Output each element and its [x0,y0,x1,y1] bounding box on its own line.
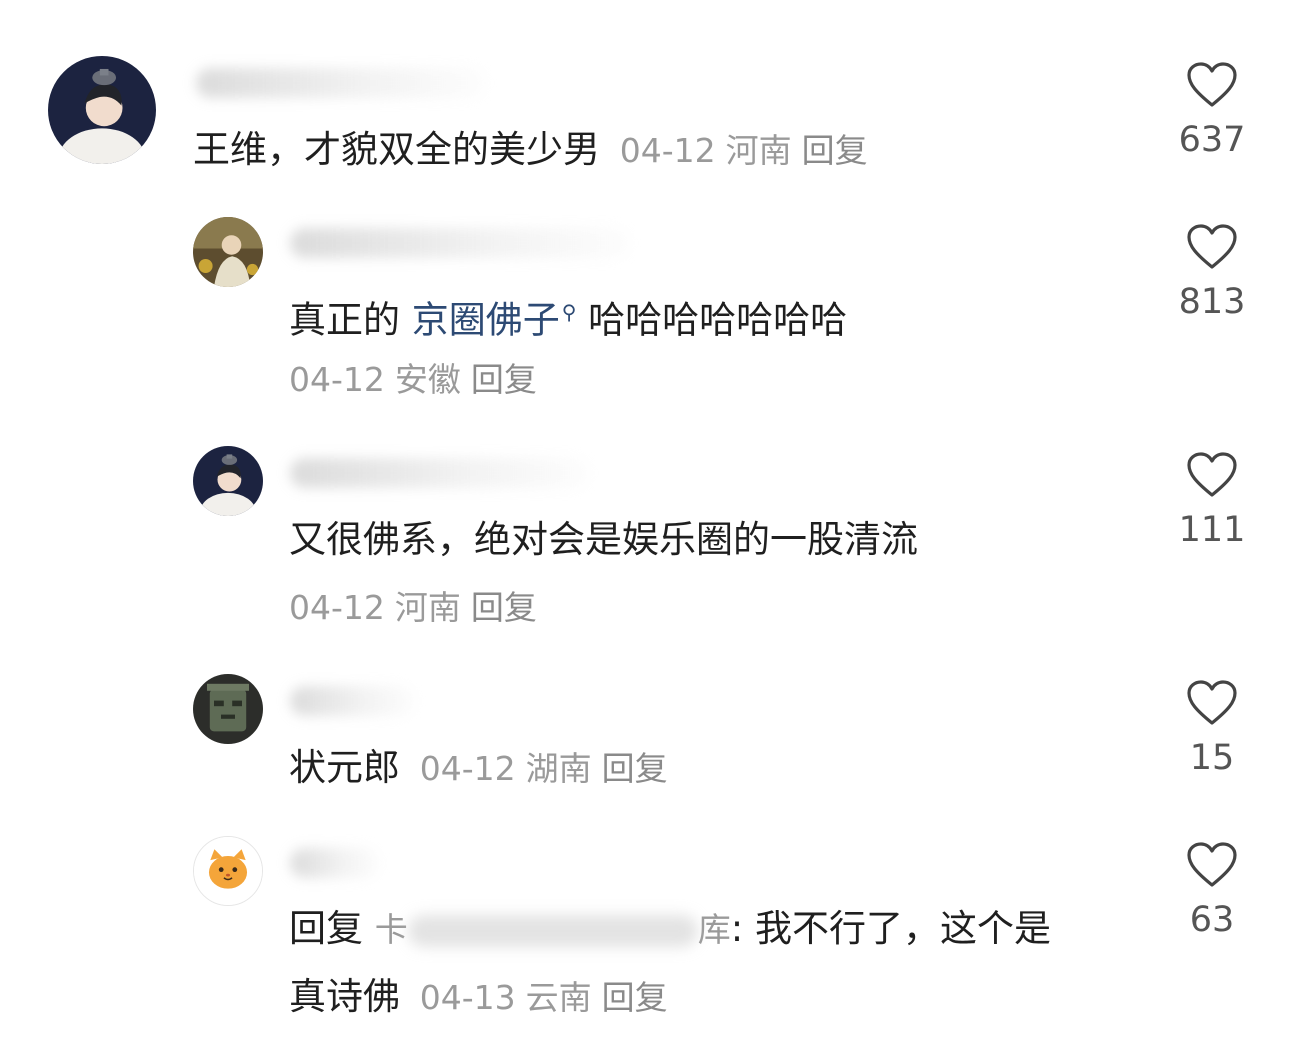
username-blurred[interactable] [290,458,590,488]
comment-body-start: 真正的 [289,298,412,342]
comment-date: 04-12 [289,360,385,399]
comment-body: 王维，才貌双全的美少男 [193,128,600,171]
heart-icon [1187,452,1237,497]
username-blurred[interactable] [290,686,415,716]
comment-body: 状元郎 [289,746,400,789]
heart-icon [1187,680,1237,725]
comment-date: 04-12 [419,749,516,788]
comment-location: 河南 [394,588,461,627]
heart-icon [1187,224,1237,269]
like-count: 813 [1178,282,1246,322]
reply-button[interactable]: 回复 [802,131,868,170]
keyword-link[interactable]: 京圈佛子 [412,298,560,341]
comment-text: 真正的 京圈佛子 ⚲ 哈哈哈哈哈哈哈 [289,290,847,342]
reply-target-start[interactable]: 卡 [375,910,408,949]
reply-button[interactable]: 回复 [602,978,668,1017]
reply-prefix: 回复 [289,907,375,950]
comment-body-line2: 真诗佛 [289,975,400,1018]
comment-text: 王维，才貌双全的美少男 04-12 河南 回复 [193,128,878,173]
comment-location: 安徽 [394,360,461,399]
portrait-avatar-icon[interactable] [193,446,263,516]
cat-avatar-icon[interactable] [193,836,263,906]
like-count: 15 [1189,738,1235,778]
comment-text: 回复 卡 库: 我不行了，这个是 [289,907,1051,952]
bronze-mask-avatar-icon[interactable] [193,674,263,744]
like-button[interactable]: 813 [1167,224,1257,324]
comment-text: 又很佛系，绝对会是娱乐圈的一股清流 [289,518,918,562]
comment-date: 04-12 [289,588,385,627]
like-count: 63 [1189,900,1235,940]
reply-button[interactable]: 回复 [471,360,537,399]
comment-location: 湖南 [525,749,592,788]
like-button[interactable]: 111 [1167,452,1257,552]
comment-text-line2: 真诗佛 04-13 云南 回复 [289,975,678,1020]
comment-text: 状元郎 04-12 湖南 回复 [289,746,678,791]
reply-target-end[interactable]: 库 [698,910,731,949]
reply-button[interactable]: 回复 [471,588,537,627]
heart-icon [1187,842,1237,887]
painting-avatar-icon[interactable] [193,217,263,287]
username-blurred[interactable] [196,68,486,98]
comment-location: 云南 [525,978,592,1017]
reply-button[interactable]: 回复 [602,749,668,788]
like-count: 637 [1178,120,1246,160]
portrait-avatar-icon[interactable] [48,56,156,164]
comment-meta: 04-12 河南 回复 [289,586,547,630]
like-button[interactable]: 15 [1167,680,1257,780]
comment-body-end: 哈哈哈哈哈哈哈 [576,298,848,342]
comment-location: 河南 [725,131,792,170]
reply-target-blurred [407,914,698,947]
username-blurred[interactable] [290,228,630,258]
comment-date: 04-13 [419,978,516,1017]
comment-body: 又很佛系，绝对会是娱乐圈的一股清流 [289,518,918,561]
like-button[interactable]: 637 [1167,62,1257,162]
comment-body-line1: : 我不行了，这个是 [730,907,1051,950]
search-icon[interactable]: ⚲ [562,300,577,324]
heart-icon [1187,62,1237,107]
username-blurred[interactable] [290,848,380,878]
comment-date: 04-12 [619,131,716,170]
like-button[interactable]: 63 [1167,842,1257,942]
comment-meta: 04-12 安徽 回复 [289,358,547,402]
like-count: 111 [1178,510,1246,550]
